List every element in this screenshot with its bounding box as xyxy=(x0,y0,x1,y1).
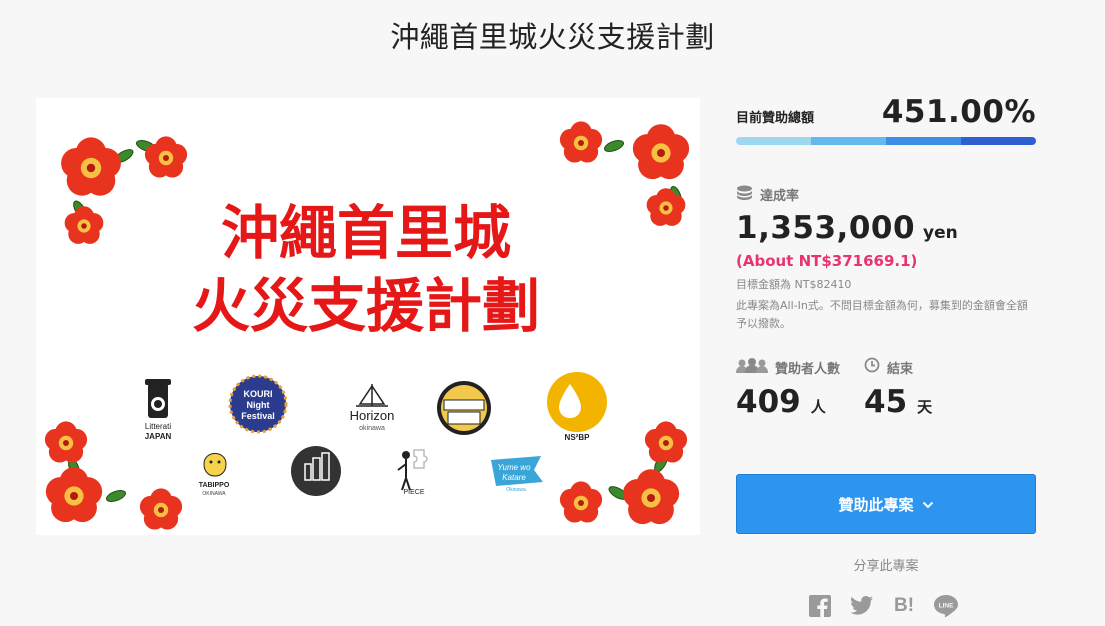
svg-text:JAPAN: JAPAN xyxy=(145,432,172,441)
progress-segment xyxy=(961,137,1036,145)
facebook-icon[interactable] xyxy=(806,593,834,619)
hero-title-line2: 火災支援計劃 xyxy=(192,274,540,339)
round-restaurant-logo xyxy=(437,381,491,435)
svg-text:Yume wo: Yume wo xyxy=(497,463,531,472)
end-label: 結束 xyxy=(887,361,914,377)
piece-logo: PIECE xyxy=(397,449,428,496)
share-icons: B! LINE xyxy=(806,593,974,619)
people-icon xyxy=(736,357,768,377)
total-percent: 451.00% xyxy=(881,94,1036,130)
progress-segment xyxy=(886,137,961,145)
amount-value: 1,353,000 xyxy=(736,210,916,246)
end-label-row: 結束 xyxy=(864,357,992,377)
achieved-label-row: 達成率 xyxy=(736,185,1036,204)
backers-stat: 409 人 xyxy=(736,384,864,420)
twitter-icon[interactable] xyxy=(848,593,876,619)
backers-count: 409 xyxy=(736,384,801,420)
clock-icon xyxy=(864,357,880,377)
hero-title-line1: 沖繩首里城 xyxy=(221,201,511,266)
amount-row: 1,353,000 yen xyxy=(736,210,1036,246)
days-unit: 天 xyxy=(917,398,933,416)
page-title: 沖繩首里城火災支援計劃 xyxy=(390,20,715,54)
svg-text:PIECE: PIECE xyxy=(403,489,424,496)
amount-unit: yen xyxy=(923,223,958,243)
yume-wo-katare-logo: Yume wo Katare Okinawa xyxy=(491,456,543,493)
kouri-night-festival-logo: KOURI Night Festival xyxy=(228,374,288,434)
svg-text:Festival: Festival xyxy=(241,411,275,421)
total-row: 目前贊助總額 451.00% xyxy=(736,90,1036,128)
progress-segment xyxy=(736,137,811,145)
funding-progress-bar xyxy=(736,137,1036,145)
svg-text:Horizon: Horizon xyxy=(350,408,395,423)
all-in-note: 此專案為All-In式。不問目標金額為何，募集到的金額會全額予以撥款。 xyxy=(736,299,1028,330)
backers-unit: 人 xyxy=(810,398,826,416)
project-hero-image: 沖繩首里城 火災支援計劃 Litterati JAPAN KOURI Night… xyxy=(36,98,700,535)
share-label: 分享此專案 xyxy=(853,559,919,574)
hibiscus-decoration-top-right xyxy=(559,121,690,226)
svg-text:okinawa: okinawa xyxy=(359,425,385,432)
svg-text:Litterati: Litterati xyxy=(145,422,171,431)
svg-text:Okinawa: Okinawa xyxy=(506,487,526,493)
line-icon[interactable]: LINE xyxy=(932,593,960,619)
amount-converted: (About NT$371669.1) xyxy=(736,252,918,270)
hibiscus-decoration-top-left xyxy=(61,136,188,244)
days-remaining: 45 xyxy=(864,384,908,420)
funding-panel: 目前贊助總額 451.00% 達成率 1,353,000 yen (About … xyxy=(736,90,1036,420)
svg-text:NS²BP: NS²BP xyxy=(565,433,591,442)
total-label: 目前贊助總額 xyxy=(736,111,815,126)
svg-text:OKINAWA: OKINAWA xyxy=(202,491,226,497)
svg-text:Night: Night xyxy=(247,400,270,410)
backers-label-row: 贊助者人數 xyxy=(736,357,864,377)
litterati-logo: Litterati JAPAN xyxy=(145,379,172,441)
chevron-down-icon xyxy=(922,495,934,513)
coins-icon xyxy=(736,185,753,204)
nsbp-logo: NS²BP xyxy=(547,372,607,442)
horizon-okinawa-logo: Horizon okinawa xyxy=(350,384,395,432)
dark-circle-logo xyxy=(291,446,341,496)
svg-text:Katare: Katare xyxy=(502,473,526,482)
stats-values: 409 人 45 天 xyxy=(736,384,1036,420)
stats-labels: 贊助者人數 結束 xyxy=(736,357,1036,377)
svg-text:TABIPPO: TABIPPO xyxy=(199,482,230,489)
goal-amount: 目標金額為 NT$82410 xyxy=(736,278,852,291)
days-stat: 45 天 xyxy=(864,384,992,420)
back-project-button[interactable]: 贊助此專案 xyxy=(736,474,1036,534)
back-project-label: 贊助此專案 xyxy=(838,495,914,514)
svg-text:KOURI: KOURI xyxy=(244,389,273,399)
hatena-bookmark-icon[interactable]: B! xyxy=(890,593,918,619)
backers-label: 贊助者人數 xyxy=(775,361,841,377)
tabippo-okinawa-logo: TABIPPO OKINAWA xyxy=(199,453,230,497)
progress-segment xyxy=(811,137,886,145)
svg-text:LINE: LINE xyxy=(939,603,954,610)
achieved-label: 達成率 xyxy=(760,189,800,204)
